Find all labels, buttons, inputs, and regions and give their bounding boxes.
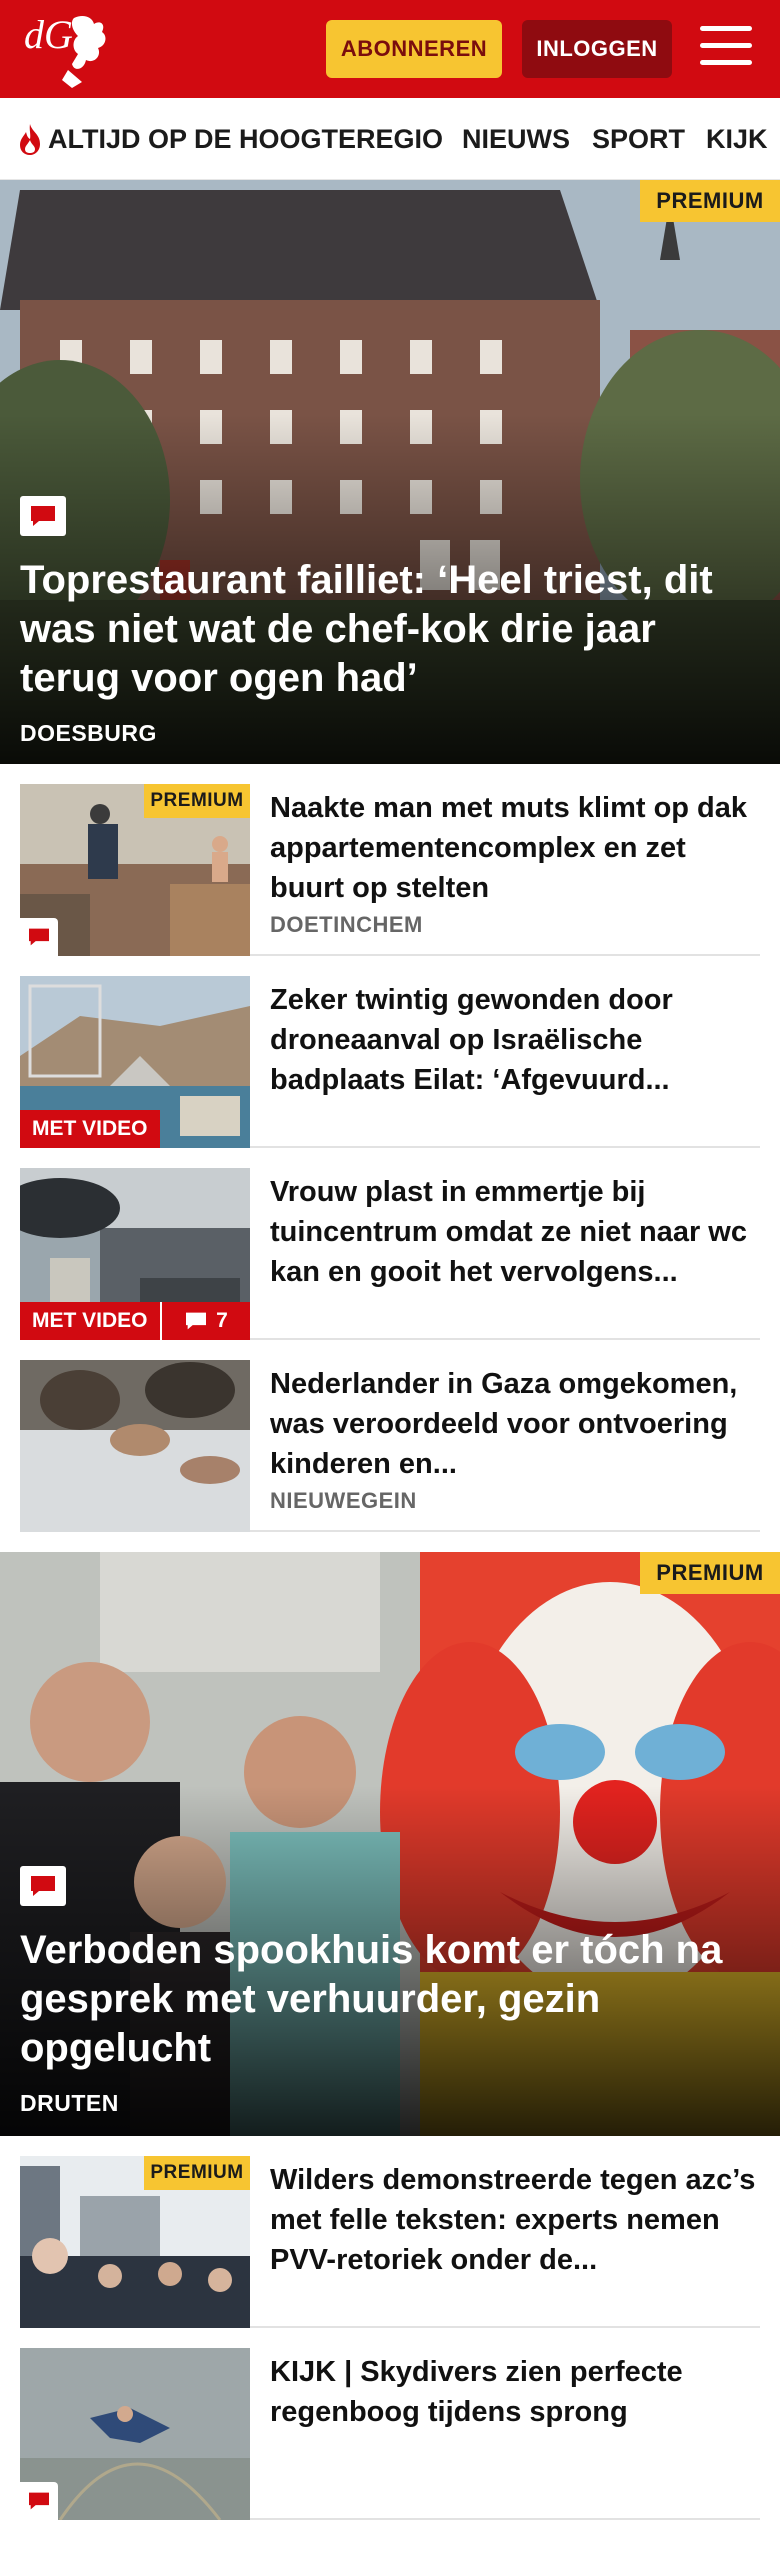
hero-article[interactable]: PREMIUM Toprestaurant failliet: ‘Heel tr… <box>0 180 780 764</box>
video-badge: MET VIDEO <box>20 1302 160 1340</box>
nav-item-sport[interactable]: SPORT <box>592 98 686 179</box>
subscribe-button[interactable]: ABONNEREN <box>326 20 502 78</box>
article-place: NIEUWEGEIN <box>270 1488 417 1513</box>
nav-label: SPORT <box>592 123 686 154</box>
premium-badge: PREMIUM <box>640 180 780 222</box>
logo-icon[interactable]: dG <box>22 10 114 90</box>
hero-title[interactable]: Toprestaurant failliet: ‘Heel triest, di… <box>20 556 756 703</box>
svg-text:dG: dG <box>24 12 73 57</box>
article-card[interactable]: KIJK | Skydivers zien perfecte regenboog… <box>20 2348 760 2520</box>
nav-item-nieuws[interactable]: NIEUWS <box>462 98 570 179</box>
article-title[interactable]: Zeker twintig gewonden door droneaanval … <box>270 980 760 1100</box>
section-nav: ALTIJD OP DE HOOGTE REGIO NIEUWS SPORT K… <box>0 98 780 180</box>
comment-count: 7 <box>216 1309 228 1332</box>
article-thumbnail <box>20 2348 250 2520</box>
article-thumbnail: PREMIUM <box>20 2156 250 2328</box>
nav-label: NIEUWS <box>462 123 570 154</box>
site-header: dG ABONNEREN INLOGGEN <box>0 0 780 98</box>
article-title[interactable]: Vrouw plast in emmertje bij tuincentrum … <box>270 1172 760 1292</box>
flame-icon <box>20 124 40 155</box>
login-button[interactable]: INLOGGEN <box>522 20 672 78</box>
article-thumbnail <box>20 1360 250 1532</box>
article-thumbnail: PREMIUM <box>20 784 250 956</box>
article-thumbnail: MET VIDEO 7 <box>20 1168 250 1340</box>
article-place: DOETINCHEM <box>270 912 423 937</box>
premium-badge: PREMIUM <box>144 784 250 818</box>
hero-title[interactable]: Verboden spookhuis komt er tóch na gespr… <box>20 1926 756 2073</box>
nav-item-regio[interactable]: REGIO <box>356 98 444 179</box>
article-card[interactable]: MET VIDEO 7 Vrouw plast in emmertje bij … <box>20 1168 760 1340</box>
hamburger-icon[interactable] <box>700 26 752 70</box>
article-card[interactable]: PREMIUM Wilders demonstreerde tegen azc’… <box>20 2156 760 2328</box>
hero-place: DRUTEN <box>20 2090 119 2116</box>
comment-icon <box>186 1312 207 1330</box>
article-title[interactable]: Naakte man met muts klimt op dak apparte… <box>270 788 760 908</box>
premium-badge: PREMIUM <box>640 1552 780 1594</box>
comment-icon <box>20 1866 66 1906</box>
nav-label: KIJK <box>706 123 768 154</box>
premium-badge: PREMIUM <box>144 2156 250 2190</box>
hero-article[interactable]: PREMIUM Verboden spookhuis komt er tóch … <box>0 1552 780 2136</box>
article-title[interactable]: Wilders demonstreerde tegen azc’s met fe… <box>270 2160 760 2280</box>
article-card[interactable]: MET VIDEO Zeker twintig gewonden door dr… <box>20 976 760 1148</box>
comment-count-badge: 7 <box>160 1302 250 1340</box>
hero-place: DOESBURG <box>20 720 157 746</box>
comment-icon <box>20 496 66 536</box>
nav-label: ALTIJD OP DE HOOGTE <box>48 123 357 154</box>
article-title[interactable]: Nederlander in Gaza omgekomen, was veroo… <box>270 1364 760 1484</box>
video-badge: MET VIDEO <box>20 1110 160 1148</box>
thumbnail-image <box>20 1360 250 1532</box>
nav-item-altijd-op-de-hoogte[interactable]: ALTIJD OP DE HOOGTE <box>16 98 357 179</box>
comment-icon <box>20 918 58 956</box>
nav-item-kijk[interactable]: KIJK <box>706 98 768 179</box>
nav-label: REGIO <box>356 123 444 154</box>
article-card[interactable]: PREMIUM Naakte man met muts klimt op dak… <box>20 784 760 956</box>
comment-icon <box>20 2482 58 2520</box>
article-title[interactable]: KIJK | Skydivers zien perfecte regenboog… <box>270 2352 760 2432</box>
article-thumbnail: MET VIDEO <box>20 976 250 1148</box>
article-card[interactable]: Nederlander in Gaza omgekomen, was veroo… <box>20 1360 760 1532</box>
